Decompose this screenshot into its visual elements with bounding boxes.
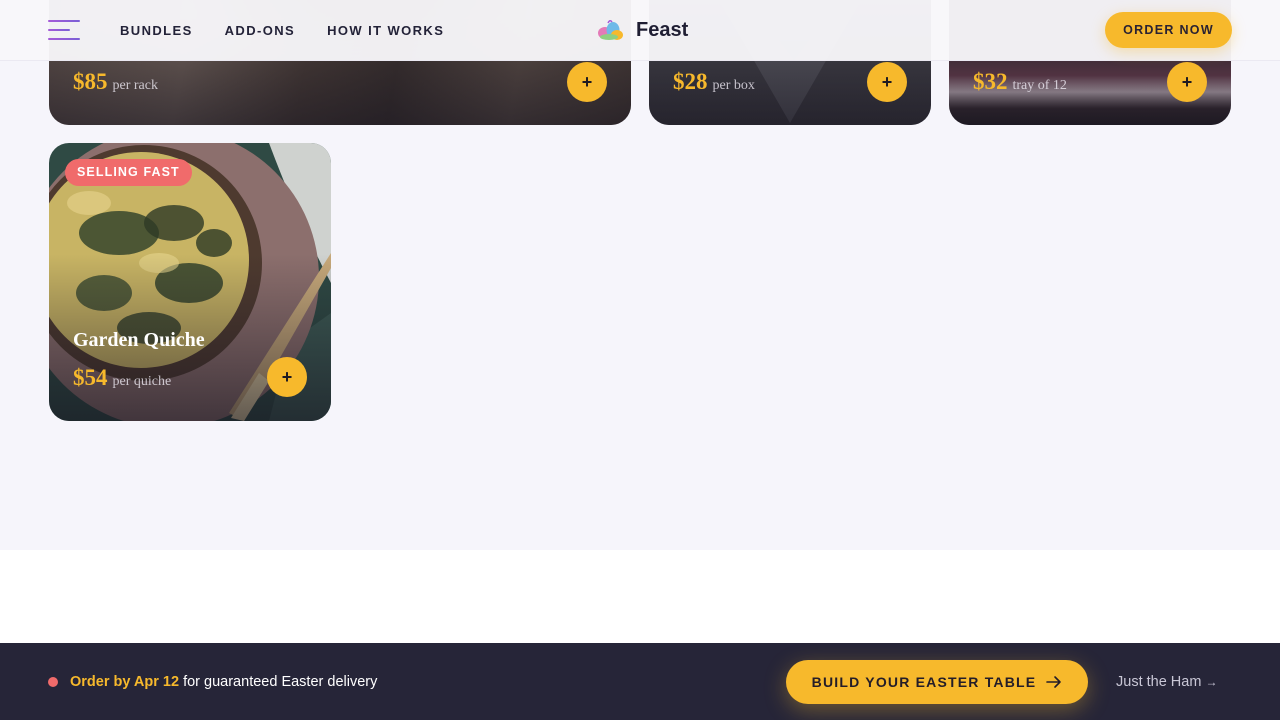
price-unit: per box bbox=[712, 78, 755, 93]
price: $28 bbox=[673, 69, 708, 94]
selling-fast-badge: SELLING FAST bbox=[65, 159, 192, 186]
price-row: $85 per rack bbox=[73, 69, 158, 95]
sticky-order-bar: Order by Apr 12 for guaranteed Easter de… bbox=[0, 643, 1280, 720]
arrow-right-icon: → bbox=[1205, 675, 1218, 689]
section-spacer bbox=[0, 550, 1280, 643]
status-dot-icon bbox=[48, 677, 58, 687]
price-unit: tray of 12 bbox=[1012, 78, 1067, 93]
price-row: $32 tray of 12 bbox=[973, 69, 1067, 95]
plus-icon: + bbox=[1181, 72, 1193, 92]
deadline-text: for guaranteed Easter delivery bbox=[179, 674, 378, 690]
product-title: Garden Quiche bbox=[73, 329, 205, 351]
price-unit: per quiche bbox=[112, 374, 172, 389]
arrow-right-icon bbox=[1046, 676, 1062, 688]
price-unit: per rack bbox=[112, 78, 158, 93]
price: $85 bbox=[73, 69, 108, 94]
price: $32 bbox=[973, 69, 1008, 94]
add-to-cart-button[interactable]: + bbox=[867, 62, 907, 102]
price-row: $54 per quiche bbox=[73, 365, 171, 391]
logo-egg-icon bbox=[598, 19, 623, 40]
add-to-cart-button[interactable]: + bbox=[1167, 62, 1207, 102]
order-now-button[interactable]: ORDER NOW bbox=[1105, 12, 1232, 48]
plus-icon: + bbox=[581, 72, 593, 92]
main-nav: BUNDLES ADD-ONS HOW IT WORKS bbox=[120, 23, 444, 38]
price-row: $28 per box bbox=[673, 69, 755, 95]
price: $54 bbox=[73, 365, 108, 390]
nav-bundles[interactable]: BUNDLES bbox=[120, 23, 193, 38]
deadline-date: Order by Apr 12 bbox=[70, 674, 180, 690]
product-card-garden-quiche[interactable]: SELLING FAST Garden Quiche $54 per quich… bbox=[49, 143, 331, 421]
brand-name: Feast bbox=[636, 18, 689, 41]
nav-add-ons[interactable]: ADD-ONS bbox=[225, 23, 295, 38]
add-to-cart-button[interactable]: + bbox=[567, 62, 607, 102]
nav-how-it-works[interactable]: HOW IT WORKS bbox=[327, 23, 444, 38]
build-easter-table-button[interactable]: BUILD YOUR EASTER TABLE bbox=[786, 660, 1088, 704]
just-the-ham-link[interactable]: Just the Ham → bbox=[1116, 674, 1217, 690]
build-button-label: BUILD YOUR EASTER TABLE bbox=[811, 674, 1037, 690]
plus-icon: + bbox=[881, 72, 893, 92]
site-header: BUNDLES ADD-ONS HOW IT WORKS Feast ORDER… bbox=[0, 0, 1280, 61]
ham-link-label: Just the Ham bbox=[1116, 674, 1202, 690]
add-to-cart-button[interactable]: + bbox=[267, 357, 307, 397]
delivery-deadline: Order by Apr 12 for guaranteed Easter de… bbox=[70, 674, 377, 690]
plus-icon: + bbox=[281, 367, 293, 387]
brand-logo[interactable]: Feast bbox=[596, 18, 688, 42]
menu-icon[interactable] bbox=[48, 20, 80, 40]
